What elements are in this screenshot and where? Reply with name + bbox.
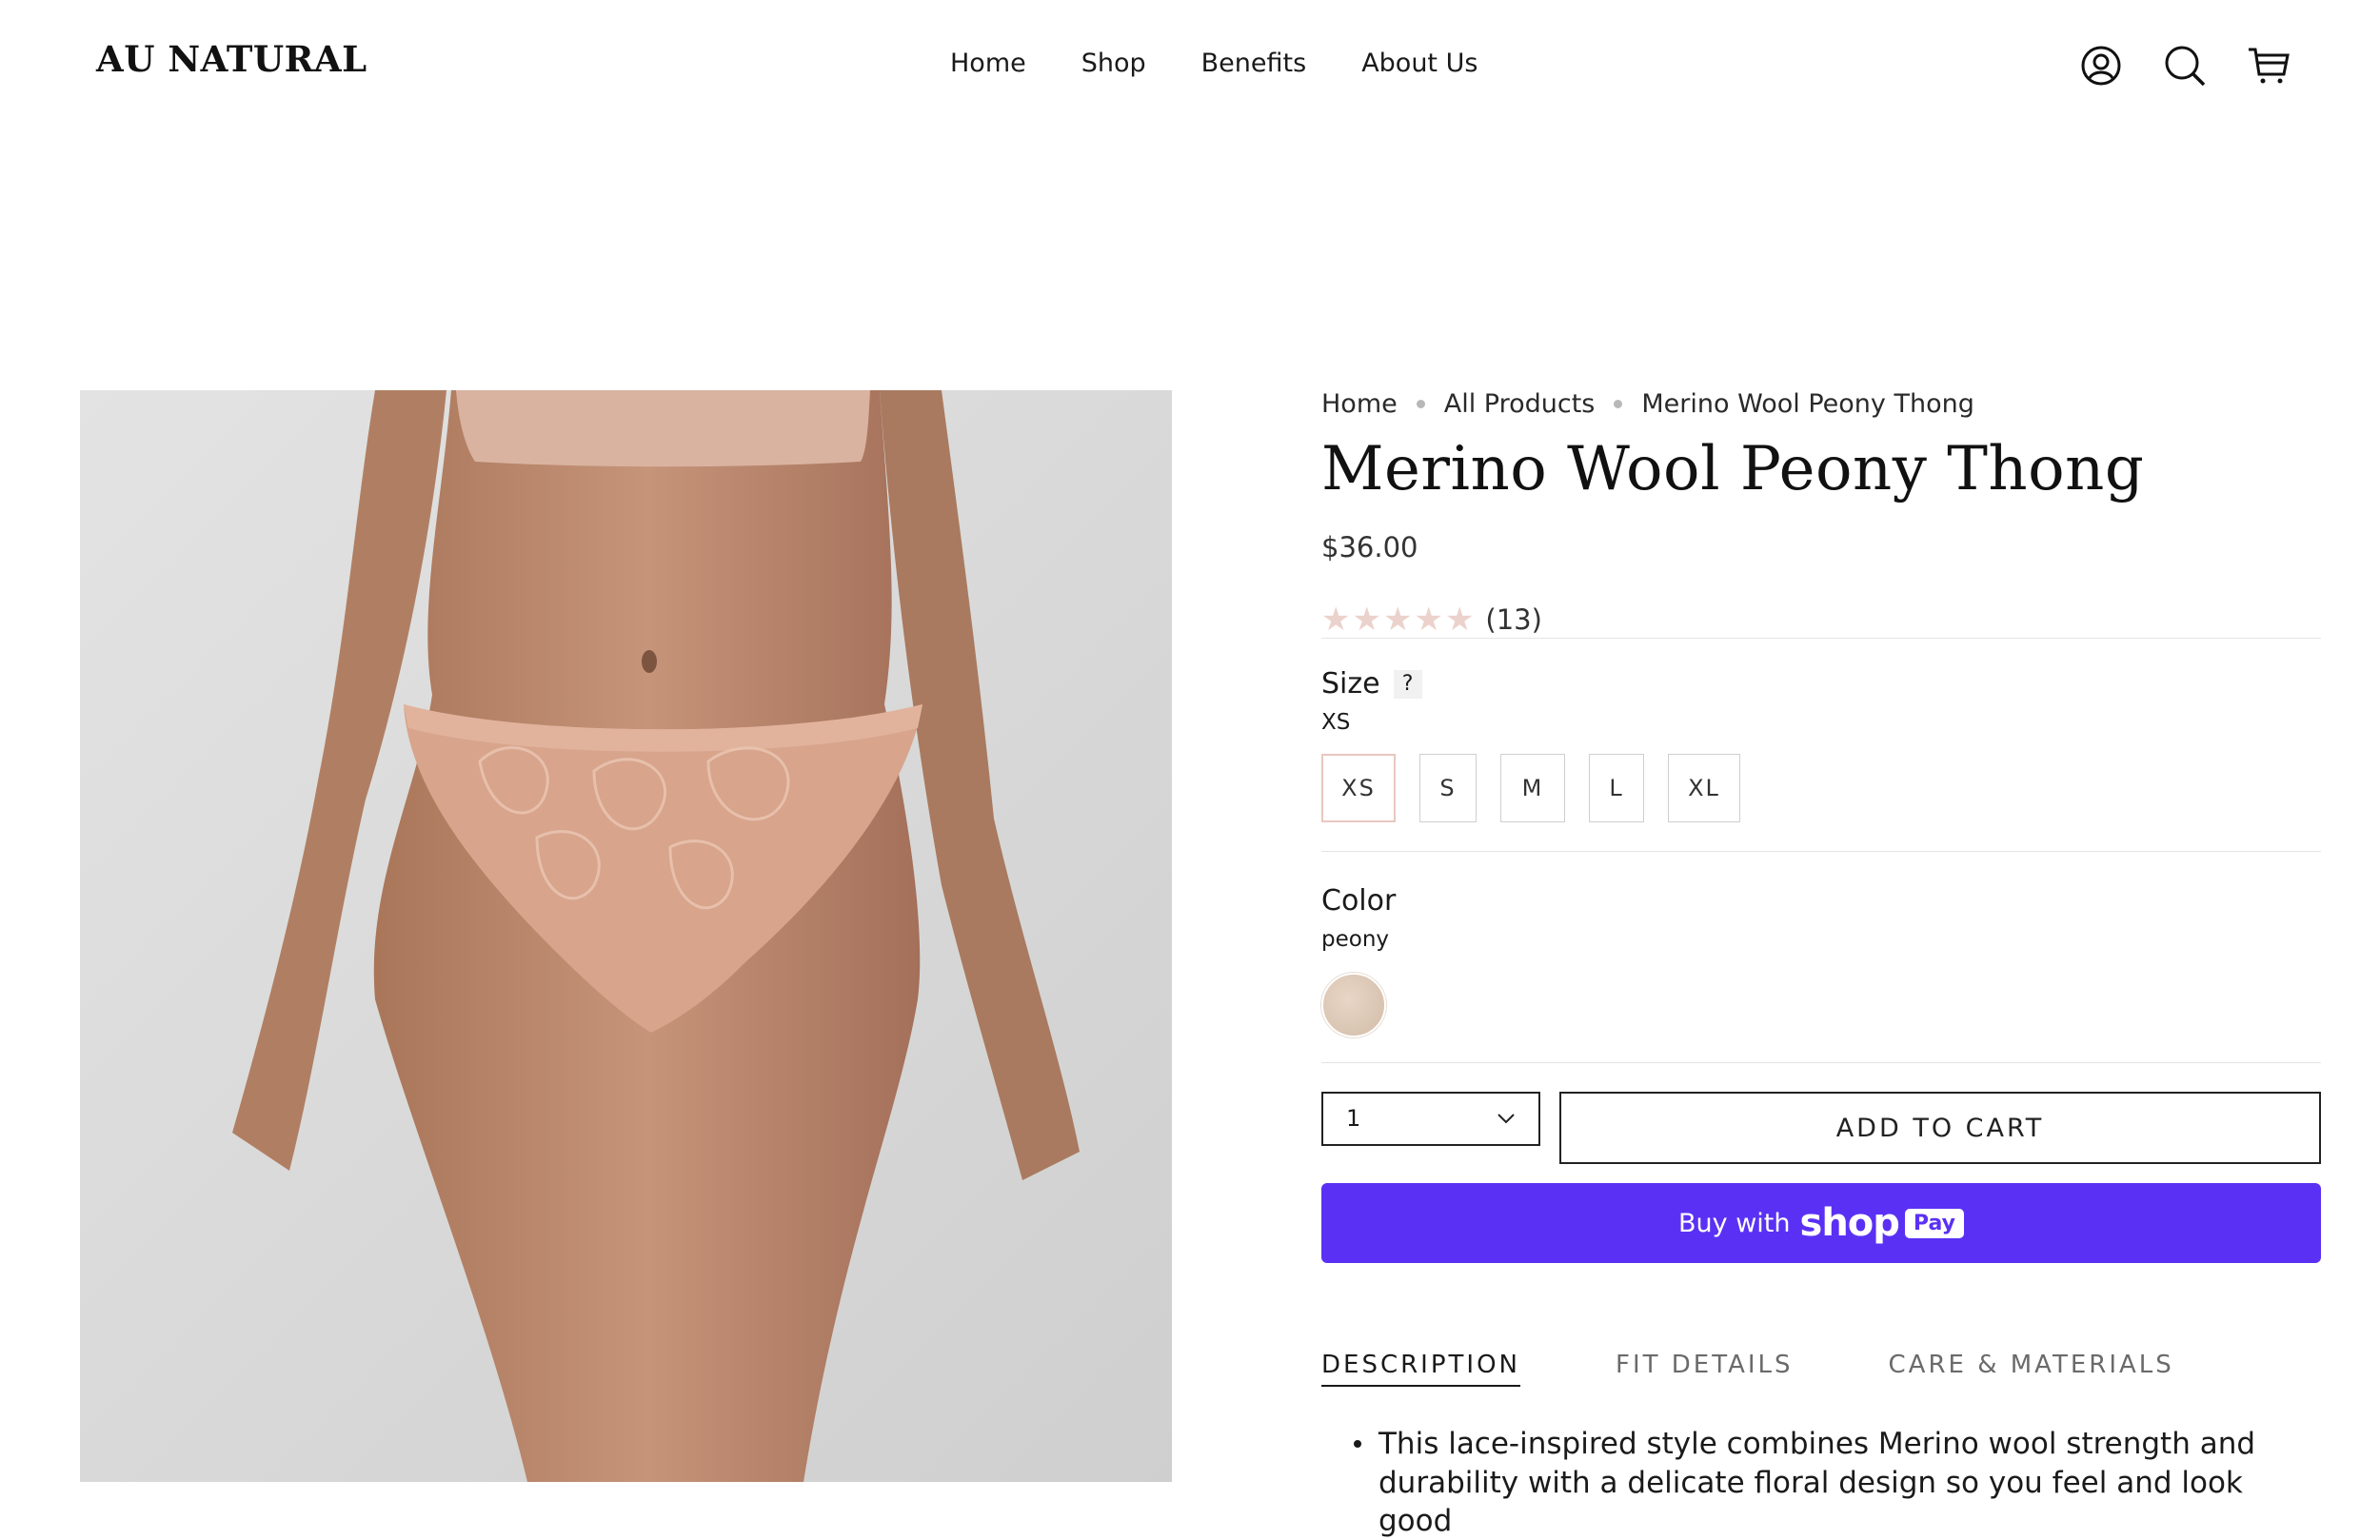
main-nav: Home Shop Benefits About Us [950, 49, 1478, 78]
breadcrumb-separator [1614, 399, 1623, 408]
size-label-text: Size [1321, 667, 1380, 701]
search-icon[interactable] [2161, 42, 2209, 89]
description-list-item: This lace-inspired style combines Merino… [1321, 1425, 2321, 1540]
account-icon[interactable] [2077, 42, 2125, 89]
nav-about-us[interactable]: About Us [1361, 49, 1478, 78]
site-logo[interactable]: AU NATURAL [96, 38, 367, 80]
size-m-button[interactable]: M [1500, 754, 1565, 823]
product-title: Merino Wool Peony Thong [1321, 434, 2145, 504]
color-swatch-peony[interactable] [1321, 973, 1386, 1038]
tab-fit-details[interactable]: FIT DETAILS [1616, 1351, 1794, 1387]
size-xs-button[interactable]: XS [1321, 754, 1396, 823]
quantity-value: 1 [1346, 1105, 1361, 1133]
tab-care-materials[interactable]: CARE & MATERIALS [1889, 1351, 2174, 1387]
add-to-cart-button[interactable]: ADD TO CART [1559, 1092, 2321, 1165]
nav-benefits[interactable]: Benefits [1201, 49, 1307, 78]
divider [1321, 851, 2321, 853]
star-icon: ★ [1352, 601, 1381, 640]
shop-pay-logo: shop [1799, 1201, 1900, 1246]
nav-home[interactable]: Home [950, 49, 1026, 78]
site-header: AU NATURAL Home Shop Benefits About Us [0, 0, 2380, 133]
breadcrumb-separator [1416, 399, 1425, 408]
size-label: Size ? [1321, 667, 2321, 701]
size-help-button[interactable]: ? [1393, 669, 1422, 699]
product-rating[interactable]: ★ ★ ★ ★ ★ (13) [1321, 602, 2321, 638]
star-icon: ★ [1444, 601, 1475, 640]
shop-pay-button[interactable]: Buy with shop Pay [1321, 1183, 2321, 1264]
chevron-down-icon [1497, 1114, 1515, 1124]
description-text: This lace-inspired style combines Merino… [1378, 1427, 2256, 1538]
product-tabs: DESCRIPTION FIT DETAILS CARE & MATERIALS [1321, 1351, 2321, 1388]
header-icons [2081, 42, 2380, 91]
bullet [1354, 1440, 1361, 1449]
star-icon: ★ [1414, 601, 1443, 640]
nav-shop[interactable]: Shop [1081, 49, 1146, 78]
breadcrumb-all-products[interactable]: All Products [1444, 389, 1596, 419]
size-xl-button[interactable]: XL [1668, 754, 1740, 823]
rating-count: (13) [1485, 603, 1542, 637]
shop-pay-badge: Pay [1904, 1208, 1964, 1238]
color-label: Color [1321, 884, 1397, 918]
star-icon: ★ [1382, 601, 1413, 640]
cart-icon[interactable] [2245, 42, 2292, 89]
selected-color: peony [1321, 927, 1390, 953]
divider [1321, 1062, 2321, 1064]
product-price: $36.00 [1321, 531, 1418, 564]
size-selector: XS S M L XL [1321, 754, 2321, 823]
product-image[interactable] [80, 390, 1172, 1482]
size-option: Size ? XS XS S M L XL [1321, 667, 2321, 823]
product-info: Home All Products Merino Wool Peony Thon… [1321, 385, 2321, 1540]
color-option: Color peony [1321, 884, 2321, 1038]
quantity-select[interactable]: 1 [1321, 1092, 1540, 1147]
breadcrumb-home[interactable]: Home [1321, 389, 1398, 419]
shop-pay-buy-text: Buy with [1678, 1208, 1791, 1238]
size-l-button[interactable]: L [1589, 754, 1644, 823]
breadcrumb: Home All Products Merino Wool Peony Thon… [1321, 385, 2321, 423]
cart-row: 1 ADD TO CART [1321, 1092, 2321, 1165]
selected-size: XS [1321, 710, 1351, 736]
tab-description[interactable]: DESCRIPTION [1321, 1351, 1520, 1388]
breadcrumb-current: Merino Wool Peony Thong [1641, 388, 1974, 419]
size-s-button[interactable]: S [1419, 754, 1477, 823]
star-icon: ★ [1321, 601, 1351, 640]
